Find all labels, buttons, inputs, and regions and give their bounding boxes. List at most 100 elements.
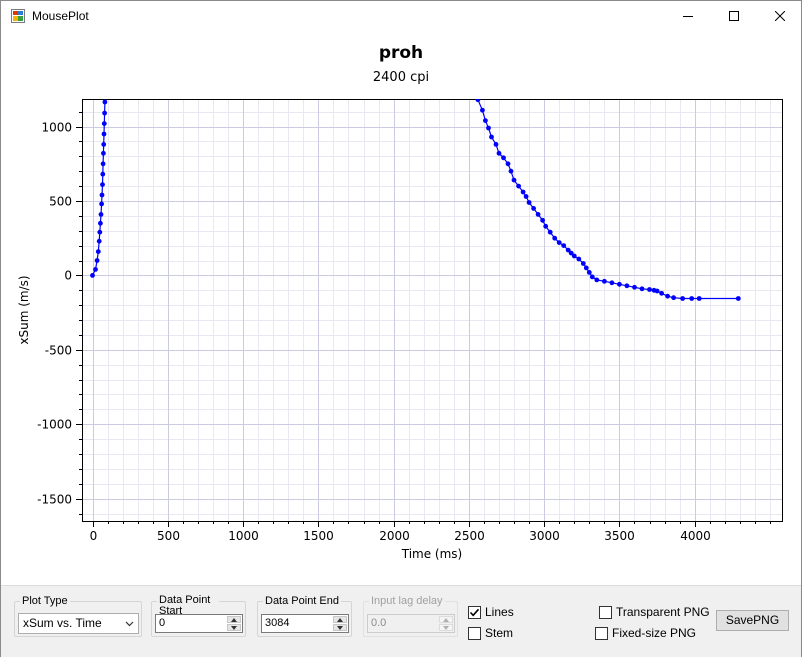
y-axis-label: xSum (m/s)	[17, 275, 31, 344]
data-point	[97, 229, 103, 235]
data-point	[102, 110, 107, 116]
data-point	[665, 293, 670, 299]
stem-checkbox[interactable]: Stem	[468, 626, 513, 640]
data-point	[501, 155, 506, 161]
triangle-up-icon	[337, 617, 343, 622]
data-point-end-value: 3084	[265, 617, 290, 629]
triangle-down-icon	[231, 625, 237, 630]
app-icon	[11, 9, 25, 23]
data-point	[671, 295, 676, 301]
stem-label: Stem	[485, 626, 514, 640]
save-png-button[interactable]: SavePNG	[716, 610, 789, 631]
spin-down-button[interactable]	[227, 624, 241, 631]
data-point	[486, 125, 491, 131]
data-point-start-input[interactable]: 0	[155, 614, 243, 633]
data-point	[493, 142, 499, 147]
data-point	[98, 220, 103, 226]
data-point	[101, 121, 107, 126]
fixed-size-png-checkbox[interactable]: Fixed-size PNG	[595, 626, 696, 640]
chart-ticks: 0 500 1000 1500 2000 2500 3000 3500 4000 -1500 -10…	[37, 112, 771, 543]
data-point	[535, 212, 541, 217]
y-tick-label: -1000	[37, 418, 72, 432]
x-axis-label: Time (ms)	[401, 547, 463, 561]
data-point	[586, 270, 592, 275]
checkmark-icon	[469, 608, 480, 616]
minimize-icon	[683, 16, 693, 17]
input-lag-delay-value: 0.0	[371, 617, 387, 629]
minimize-button[interactable]	[665, 1, 711, 31]
plot-title: proh	[378, 43, 424, 63]
data-point	[735, 296, 741, 301]
maximize-button[interactable]	[711, 1, 757, 31]
data-point-start-spinner	[227, 616, 241, 631]
y-tick-label: 0	[64, 269, 72, 283]
x-tick-label: 1500	[303, 529, 334, 543]
close-button[interactable]	[757, 1, 802, 31]
data-point	[659, 290, 664, 296]
controls-panel: Plot Type xSum vs. Time Data Point Start…	[1, 585, 801, 657]
fixed-size-png-label: Fixed-size PNG	[612, 626, 697, 640]
spin-up-button[interactable]	[227, 616, 241, 623]
lines-checkbox[interactable]: Lines	[468, 605, 514, 619]
lines-checkbox-box[interactable]	[468, 605, 481, 619]
spin-up-button	[439, 616, 453, 623]
data-point	[511, 177, 517, 183]
window-title: MousePlot	[32, 9, 89, 23]
data-point	[475, 99, 481, 103]
data-point	[583, 265, 589, 271]
data-point	[480, 107, 485, 113]
data-point	[594, 277, 600, 283]
spin-down-button[interactable]	[333, 624, 347, 631]
data-point	[101, 150, 106, 156]
transparent-png-checkbox-box[interactable]	[599, 605, 612, 619]
x-tick-label: 0	[90, 529, 98, 543]
x-tick-label: 3500	[604, 529, 635, 543]
close-icon	[775, 11, 785, 21]
input-lag-delay-label: Input lag delay	[369, 595, 445, 607]
data-point	[98, 212, 104, 217]
triangle-down-icon	[443, 625, 449, 630]
data-point	[90, 273, 95, 278]
y-tick-label: -500	[45, 344, 72, 358]
plot-type-select[interactable]: xSum vs. Time	[18, 613, 139, 634]
input-lag-delay-input: 0.0	[367, 614, 455, 633]
data-point	[552, 235, 558, 241]
maximize-icon	[729, 11, 739, 21]
y-tick-label: 500	[49, 195, 72, 209]
data-point	[96, 238, 102, 244]
triangle-down-icon	[337, 625, 343, 630]
data-point	[101, 142, 107, 147]
fixed-size-png-checkbox-box[interactable]	[595, 626, 608, 640]
data-point	[496, 150, 502, 156]
y-tick-label: 1000	[41, 121, 72, 135]
data-point	[602, 278, 607, 284]
data-point	[100, 161, 106, 167]
input-lag-delay-spinner	[439, 616, 453, 631]
data-point	[508, 168, 514, 174]
data-point	[531, 206, 536, 211]
data-point	[93, 267, 98, 272]
title-bar[interactable]: MousePlot	[1, 1, 801, 31]
data-point	[526, 200, 532, 205]
data-point	[696, 296, 702, 301]
stem-checkbox-box[interactable]	[468, 626, 481, 640]
data-point	[561, 243, 567, 249]
data-point	[589, 274, 595, 280]
plot-frame	[82, 99, 783, 522]
transparent-png-checkbox[interactable]: Transparent PNG	[599, 605, 710, 619]
data-point	[639, 286, 645, 292]
data-point	[624, 283, 630, 289]
data-point-end-input[interactable]: 3084	[261, 614, 349, 633]
data-point	[94, 258, 100, 263]
data-point	[556, 240, 562, 246]
spin-down-button	[439, 624, 453, 631]
data-point	[547, 229, 553, 235]
mouseplot-window: MousePlot proh 2400 cpi 0 500 1000 1500 2000…	[0, 0, 802, 657]
data-point	[483, 118, 488, 123]
x-tick-label: 500	[157, 529, 180, 543]
plot-type-label: Plot Type	[20, 595, 70, 607]
data-point-start-value: 0	[159, 617, 166, 629]
spin-up-button[interactable]	[333, 616, 347, 623]
x-tick-label: 1000	[228, 529, 259, 543]
chart[interactable]: 0 500 1000 1500 2000 2500 3000 3500 4000 -1500 -10…	[1, 91, 801, 581]
